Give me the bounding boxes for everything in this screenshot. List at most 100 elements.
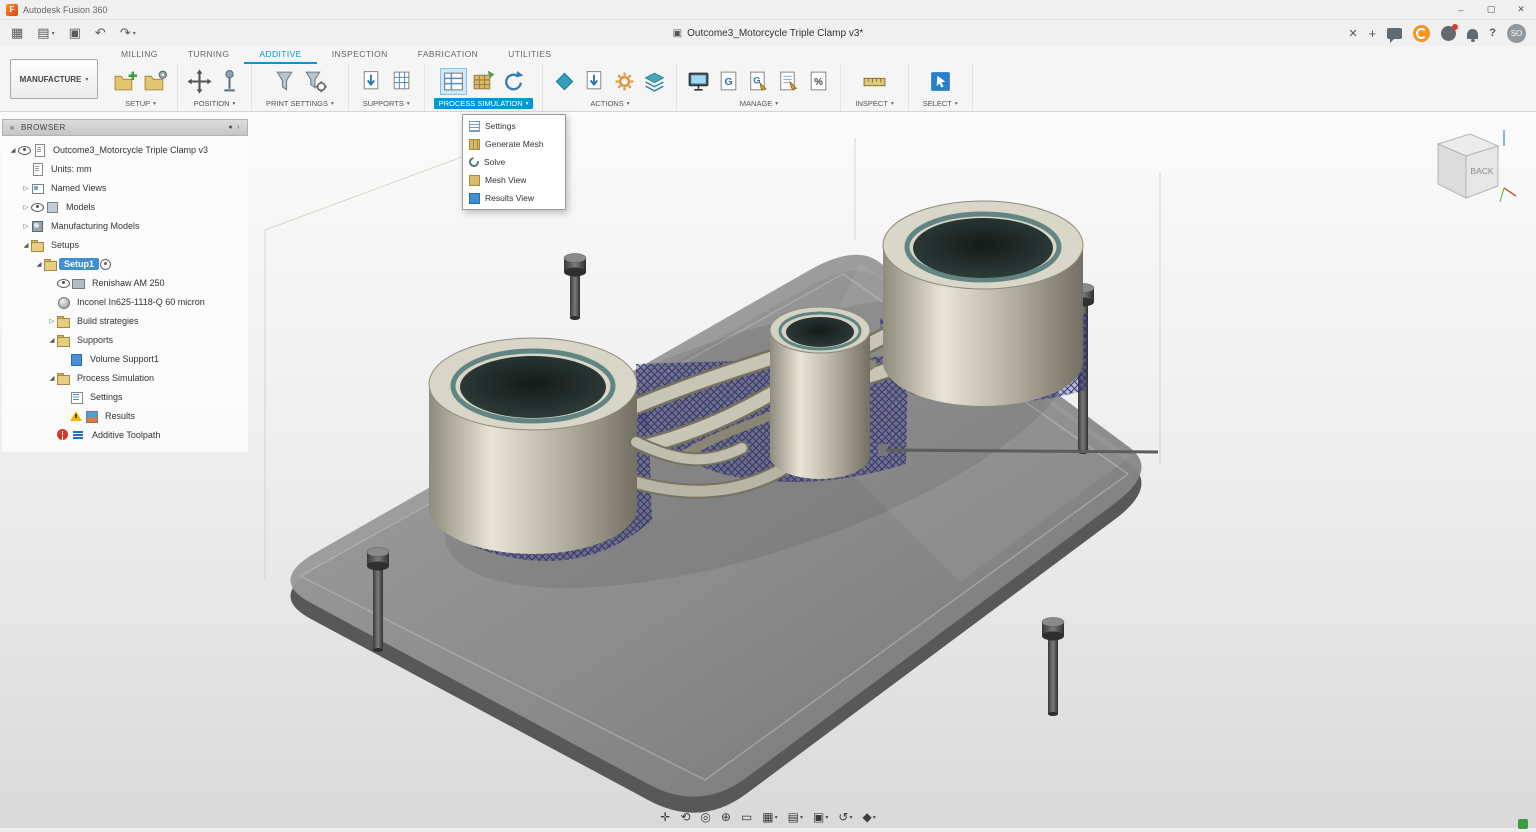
tree-icon[interactable] [70, 410, 83, 422]
orbit-icon[interactable]: ⟲ [680, 811, 690, 823]
tree-item-label[interactable]: Outcome3_Motorcycle Triple Clamp v3 [48, 144, 213, 156]
tab-turning[interactable]: TURNING [173, 46, 245, 64]
tree-item-label[interactable]: Additive Toolpath [87, 429, 165, 441]
fit-icon[interactable]: ▭ [741, 811, 752, 823]
tree-item-label[interactable]: Results [100, 410, 140, 422]
target-icon[interactable] [99, 258, 112, 270]
notifications-icon[interactable] [1441, 26, 1456, 41]
expand-arrow-icon[interactable] [34, 260, 44, 268]
tree-item[interactable]: Settings [2, 387, 248, 406]
tree-item[interactable]: Results [2, 406, 248, 425]
tree-item-label[interactable]: Setups [46, 239, 84, 251]
tree-item[interactable]: Inconel In625-1118-Q 60 micron [2, 292, 248, 311]
group-label-inspect[interactable]: INSPECT▾ [850, 98, 898, 109]
zoom-icon[interactable]: ⊕ [721, 811, 731, 823]
center-steer-cylinder[interactable] [770, 307, 870, 479]
tree-icon[interactable] [18, 144, 31, 156]
expand-arrow-icon[interactable] [47, 336, 57, 344]
expand-arrow-icon[interactable] [47, 317, 57, 325]
group-label-select[interactable]: SELECT▾ [918, 98, 963, 109]
close-document-icon[interactable]: ✕ [1348, 27, 1357, 40]
file-menu-button[interactable]: ▤▾ [30, 22, 61, 44]
group-label-setup[interactable]: SETUP▾ [120, 98, 161, 109]
setup-sheet-icon[interactable] [776, 69, 801, 94]
browser-dot-icon[interactable]: ● [228, 124, 233, 131]
tree-item-label[interactable]: Setup1 [59, 258, 99, 270]
workspace-selector[interactable]: MANUFACTURE▾ [10, 59, 98, 99]
clamp-bolt-back[interactable] [564, 254, 586, 321]
setup-folder-icon[interactable] [143, 69, 168, 94]
expand-arrow-icon[interactable] [21, 203, 31, 211]
tree-item-label[interactable]: Process Simulation [72, 372, 159, 384]
tab-fabrication[interactable]: FABRICATION [403, 46, 493, 64]
tree-icon[interactable] [31, 239, 44, 251]
tree-item[interactable]: Supports [2, 330, 248, 349]
close-button[interactable]: ✕ [1506, 0, 1536, 19]
tree-item-label[interactable]: Manufacturing Models [46, 220, 145, 232]
tree-icon[interactable] [57, 296, 70, 308]
tree-item[interactable]: Named Views [2, 178, 248, 197]
undo-button[interactable]: ↶ [88, 22, 113, 44]
expand-arrow-icon[interactable] [47, 374, 57, 382]
move-icon[interactable] [187, 69, 212, 94]
tree-icon[interactable] [57, 429, 70, 441]
new-setup-icon[interactable] [113, 69, 138, 94]
tree-icon[interactable] [57, 334, 70, 346]
display-settings-icon[interactable]: ▦ ▾ [762, 811, 777, 823]
tree-icon[interactable] [70, 353, 83, 365]
browser-collapse-icon[interactable]: « [10, 123, 15, 132]
menu-item-mesh-view[interactable]: Mesh View [463, 171, 565, 189]
avatar[interactable]: SO [1507, 24, 1526, 43]
tab-utilities[interactable]: UTILITIES [493, 46, 566, 64]
tree-item-label[interactable]: Build strategies [72, 315, 144, 327]
group-label-supports[interactable]: SUPPORTS▾ [358, 98, 415, 109]
tab-milling[interactable]: MILLING [106, 46, 173, 64]
tree-icon[interactable] [31, 182, 44, 194]
step-layers-icon[interactable] [642, 69, 667, 94]
pin-icon[interactable] [217, 69, 242, 94]
save-button[interactable]: ▣ [62, 22, 88, 44]
tab-inspection[interactable]: INSPECTION [317, 46, 403, 64]
tree-item-label[interactable]: Units: mm [46, 163, 97, 175]
left-clamp-cylinder[interactable] [429, 338, 637, 554]
tree-item[interactable]: Manufacturing Models [2, 216, 248, 235]
tree-icon[interactable] [70, 391, 83, 403]
job-status-icon[interactable] [1413, 25, 1430, 42]
measure-icon[interactable] [862, 69, 887, 94]
group-label-process-simulation[interactable]: PROCESS SIMULATION▾ [434, 98, 534, 109]
right-clamp-cylinder[interactable] [883, 201, 1083, 406]
new-tab-icon[interactable]: + [1369, 26, 1377, 41]
tree-item[interactable]: Renishaw AM 250 [2, 273, 248, 292]
generate-toolpath-icon[interactable] [582, 69, 607, 94]
tab-additive[interactable]: ADDITIVE [244, 46, 316, 64]
tree-item-label[interactable]: Named Views [46, 182, 111, 194]
compare-icon[interactable] [806, 69, 831, 94]
tree-icon[interactable] [57, 372, 70, 384]
expand-arrow-icon[interactable] [21, 184, 31, 192]
expand-arrow-icon[interactable] [21, 222, 31, 230]
tree-item[interactable]: Setups [2, 235, 248, 254]
simulate-icon[interactable] [552, 69, 577, 94]
menu-item-results-view[interactable]: Results View [463, 189, 565, 207]
help-icon[interactable]: ? [1489, 27, 1496, 39]
marking-menu-icon[interactable]: ◆ ▾ [862, 811, 875, 823]
tree-item-label[interactable]: Renishaw AM 250 [87, 277, 170, 289]
menu-item-solve[interactable]: Solve [463, 153, 565, 171]
tree-icon[interactable] [57, 315, 70, 327]
tree-item-label[interactable]: Supports [72, 334, 118, 346]
machining-time-icon[interactable] [612, 69, 637, 94]
gcode-edit-icon[interactable] [746, 69, 771, 94]
status-green-icon[interactable] [1518, 819, 1528, 829]
group-label-manage[interactable]: MANAGE▾ [735, 98, 783, 109]
lattice-page-icon[interactable] [389, 69, 414, 94]
browser-header[interactable]: « BROWSER ● › [2, 119, 248, 136]
group-label-print-settings[interactable]: PRINT SETTINGS▾ [261, 98, 339, 109]
tree-item[interactable]: Outcome3_Motorcycle Triple Clamp v3 [2, 140, 248, 159]
tree-icon[interactable] [31, 220, 44, 232]
tree-icon[interactable] [44, 258, 57, 270]
minimize-button[interactable]: – [1446, 0, 1476, 19]
solve-icon[interactable] [501, 69, 526, 94]
expand-arrow-icon[interactable] [21, 241, 31, 249]
browser-chevron-icon[interactable]: › [237, 124, 240, 131]
post-process-icon[interactable] [686, 69, 711, 94]
